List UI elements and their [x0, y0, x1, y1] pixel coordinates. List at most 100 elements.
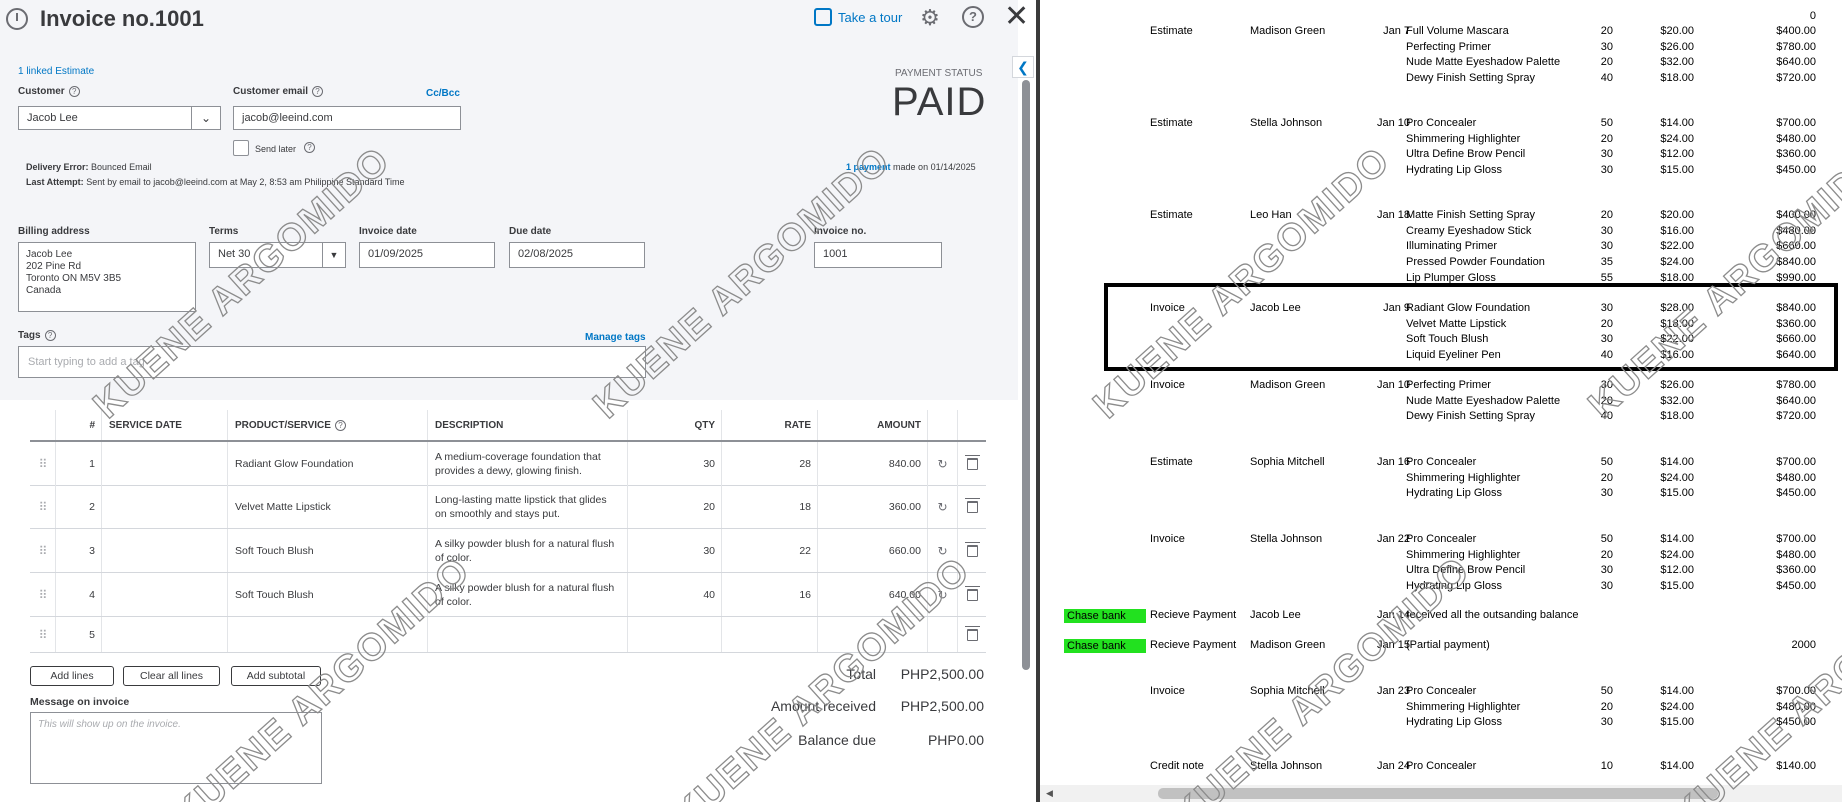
- rate-cell[interactable]: [722, 617, 818, 652]
- auto-refresh-icon[interactable]: ↻: [937, 457, 947, 471]
- drag-handle-icon[interactable]: ⠿: [39, 544, 48, 558]
- drag-handle-icon[interactable]: ⠿: [39, 457, 48, 471]
- product-cell[interactable]: Soft Touch Blush: [228, 573, 428, 616]
- description-cell[interactable]: A silky powder blush for a natural flush…: [428, 529, 628, 572]
- auto-refresh-icon[interactable]: ↻: [937, 544, 947, 558]
- service-date-cell[interactable]: [102, 529, 228, 572]
- trash-icon[interactable]: [964, 454, 980, 470]
- caret-down-icon[interactable]: ▼: [322, 242, 346, 268]
- sheet-rate: $18.00: [1660, 317, 1694, 330]
- product-cell[interactable]: Radiant Glow Foundation: [228, 442, 428, 485]
- col-action-1: [928, 410, 958, 440]
- auto-refresh-icon[interactable]: ↻: [937, 588, 947, 602]
- help-icon[interactable]: ?: [962, 6, 984, 28]
- sheet-qty: 50: [1600, 685, 1613, 697]
- tags-input[interactable]: Start typing to add a tag: [18, 346, 646, 378]
- sheet-amount: $400.00: [1776, 209, 1816, 221]
- sheet-item: Nude Matte Eyeshadow Palette: [1406, 56, 1561, 69]
- sheet-amount: $450.00: [1776, 580, 1816, 593]
- gear-icon[interactable]: ⚙: [918, 6, 942, 30]
- billing-line: Jacob Lee: [26, 249, 73, 260]
- col-product-service: PRODUCT/SERVICE?: [228, 410, 428, 440]
- send-later-checkbox[interactable]: [233, 140, 249, 156]
- service-date-cell[interactable]: [102, 485, 228, 528]
- table-row[interactable]: ⠿ 2 Velvet Matte Lipstick Long-lasting matt…: [30, 485, 986, 529]
- linked-estimate-link[interactable]: 1 linked Estimate: [18, 66, 94, 77]
- amount-cell[interactable]: 360.00: [818, 485, 928, 528]
- drag-handle-icon[interactable]: ⠿: [39, 500, 48, 514]
- amount-cell[interactable]: 640.00: [818, 573, 928, 616]
- auto-refresh-icon[interactable]: ↻: [937, 500, 947, 514]
- description-cell[interactable]: Long-lasting matte lipstick that glides …: [428, 485, 628, 528]
- amount-cell[interactable]: [818, 617, 928, 652]
- help-icon[interactable]: ?: [68, 86, 80, 97]
- description-cell[interactable]: [428, 617, 628, 652]
- table-row[interactable]: ⠿ 5: [30, 617, 986, 653]
- product-cell[interactable]: [228, 617, 428, 652]
- sheet-rate: $15.00: [1660, 487, 1694, 500]
- help-icon[interactable]: ?: [304, 142, 315, 153]
- chevron-left-icon[interactable]: ❮: [1012, 56, 1034, 78]
- qty-cell[interactable]: 30: [628, 529, 722, 572]
- chevron-down-icon[interactable]: ⌄: [191, 106, 221, 130]
- clear-all-lines-button[interactable]: Clear all lines: [123, 666, 220, 686]
- invoice-date-field[interactable]: 01/09/2025: [359, 242, 495, 268]
- service-date-cell[interactable]: [102, 617, 228, 652]
- trash-icon[interactable]: [964, 541, 980, 557]
- horizontal-scrollbar[interactable]: ◀: [1040, 785, 1842, 802]
- take-tour-link[interactable]: Take a tour: [814, 8, 902, 26]
- rate-cell[interactable]: 16: [722, 573, 818, 616]
- drag-handle-icon[interactable]: ⠿: [39, 628, 48, 642]
- trash-icon[interactable]: [964, 585, 980, 601]
- rate-cell[interactable]: 18: [722, 485, 818, 528]
- description-cell[interactable]: A medium-coverage foundation that provid…: [428, 442, 628, 485]
- qty-cell[interactable]: 40: [628, 573, 722, 616]
- scrollbar-thumb[interactable]: [1158, 788, 1718, 799]
- table-row[interactable]: ⠿ 3 Soft Touch Blush A silky powder blush f…: [30, 529, 986, 573]
- sheet-date: Jan 22: [1376, 533, 1410, 545]
- help-icon[interactable]: ?: [44, 330, 56, 341]
- service-date-cell[interactable]: [102, 442, 228, 485]
- table-row[interactable]: ⠿ 1 Radiant Glow Foundation A medium-covera…: [30, 442, 986, 486]
- trash-icon[interactable]: [964, 625, 980, 641]
- add-lines-button[interactable]: Add lines: [30, 666, 114, 686]
- help-icon[interactable]: ?: [334, 419, 346, 431]
- customer-select[interactable]: Jacob Lee: [18, 106, 192, 130]
- invoice-no-field[interactable]: 1001: [814, 242, 942, 268]
- description-cell[interactable]: A silky powder blush for a natural flush…: [428, 573, 628, 616]
- drag-handle-icon[interactable]: ⠿: [39, 588, 48, 602]
- service-date-cell[interactable]: [102, 573, 228, 616]
- total-value: PHP2,500.00: [900, 666, 984, 682]
- sheet-rate: $32.00: [1660, 394, 1694, 407]
- add-subtotal-button[interactable]: Add subtotal: [231, 666, 321, 686]
- scroll-left-icon[interactable]: ◀: [1046, 788, 1053, 799]
- col-product-label: PRODUCT/SERVICE: [235, 419, 331, 431]
- sheet-amount: $480.00: [1776, 224, 1816, 237]
- vertical-scrollbar[interactable]: [1022, 80, 1030, 670]
- help-icon[interactable]: ?: [312, 86, 324, 97]
- amount-cell[interactable]: 840.00: [818, 442, 928, 485]
- terms-select[interactable]: Net 30: [209, 242, 329, 268]
- due-date-field[interactable]: 02/08/2025: [509, 242, 645, 268]
- amount-cell[interactable]: 660.00: [818, 529, 928, 572]
- sheet-amount: $480.00: [1776, 548, 1816, 561]
- manage-tags-link[interactable]: Manage tags: [585, 332, 646, 343]
- cc-bcc-link[interactable]: Cc/Bcc: [426, 88, 460, 99]
- sheet-date: Jan 9: [1383, 302, 1410, 314]
- trash-icon[interactable]: [964, 497, 980, 513]
- message-on-invoice-field[interactable]: This will show up on the invoice.: [30, 712, 322, 784]
- history-icon[interactable]: [6, 8, 28, 30]
- qty-cell[interactable]: 30: [628, 442, 722, 485]
- qty-cell[interactable]: 20: [628, 485, 722, 528]
- product-cell[interactable]: Soft Touch Blush: [228, 529, 428, 572]
- product-cell[interactable]: Velvet Matte Lipstick: [228, 485, 428, 528]
- billing-address-field[interactable]: Jacob Lee 202 Pine Rd Toronto ON M5V 3B5…: [18, 242, 196, 312]
- close-icon[interactable]: ✕: [1004, 2, 1029, 32]
- rate-cell[interactable]: 22: [722, 529, 818, 572]
- rate-cell[interactable]: 28: [722, 442, 818, 485]
- table-row[interactable]: ⠿ 4 Soft Touch Blush A silky powder blush f…: [30, 573, 986, 617]
- qty-cell[interactable]: [628, 617, 722, 652]
- payment-link[interactable]: 1 payment: [846, 162, 891, 172]
- billing-line: Toronto ON M5V 3B5: [26, 273, 122, 284]
- customer-email-field[interactable]: jacob@leeind.com: [233, 106, 461, 130]
